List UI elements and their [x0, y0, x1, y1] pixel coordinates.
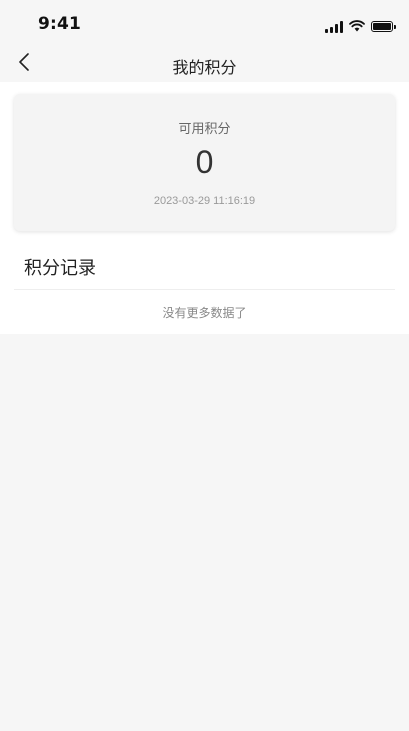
empty-list-message: 没有更多数据了	[162, 306, 247, 320]
page-title: 我的积分	[172, 58, 237, 77]
nav-bar: 我的积分	[0, 48, 409, 82]
divider	[14, 289, 395, 290]
available-points-value: 0	[195, 144, 214, 180]
status-time: 9:41	[38, 14, 82, 34]
available-points-label: 可用积分	[178, 122, 231, 137]
status-icons	[325, 17, 396, 36]
points-timestamp: 2023-03-29 11:16:19	[153, 195, 256, 207]
wifi-icon	[349, 17, 365, 36]
main-content: 可用积分 0 2023-03-29 11:16:19 积分记录 没有更多数据了	[0, 82, 409, 334]
signal-icon	[325, 20, 343, 33]
status-bar: 9:41	[0, 0, 409, 48]
points-card: 可用积分 0 2023-03-29 11:16:19	[14, 94, 395, 231]
battery-icon	[371, 21, 396, 32]
points-records-title: 积分记录	[24, 258, 96, 279]
